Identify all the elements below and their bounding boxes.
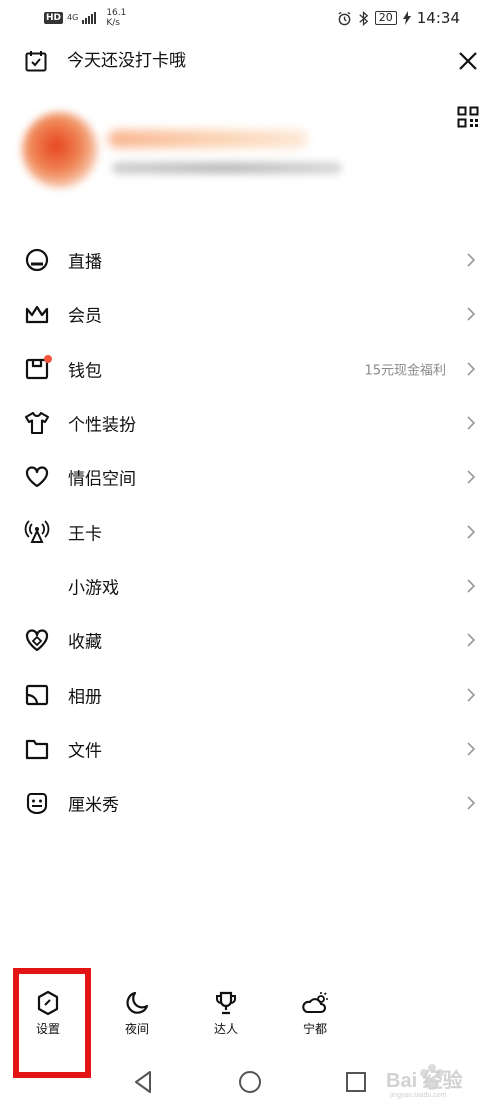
menu-item-label: 王卡 — [68, 524, 102, 545]
weather-icon — [302, 992, 328, 1014]
recents-nav-icon[interactable] — [342, 1068, 370, 1096]
menu-item-cm-show[interactable]: 厘米秀 — [0, 776, 500, 830]
profile-signature-blurred — [112, 162, 342, 174]
expert-button[interactable]: 达人 — [195, 988, 255, 1044]
menu-item-label: 厘米秀 — [68, 795, 119, 816]
crown-icon — [24, 301, 50, 327]
menu-item-label: 直播 — [68, 252, 102, 273]
close-icon — [459, 52, 477, 70]
shortcut-label: 夜间 — [124, 1022, 149, 1036]
menu-item-vip[interactable]: 会员 — [0, 287, 500, 341]
menu-item-label: 小游戏 — [68, 578, 119, 599]
hd-badge: HD — [44, 12, 64, 24]
qr-code-icon — [457, 106, 479, 128]
chevron-right-icon — [467, 579, 476, 593]
menu-item-label: 会员 — [68, 306, 102, 327]
favorite-icon — [24, 627, 50, 653]
menu-item-wallet[interactable]: 钱包 15元现金福利 — [0, 342, 500, 396]
home-nav-icon[interactable] — [236, 1068, 264, 1096]
back-nav-icon[interactable] — [130, 1068, 158, 1096]
notification-dot — [44, 354, 52, 363]
chevron-right-icon — [467, 307, 476, 322]
alarm-icon — [338, 11, 351, 25]
profile-card[interactable] — [22, 108, 342, 196]
shirt-icon — [24, 410, 50, 436]
menu-item-album[interactable]: 相册 — [0, 667, 500, 721]
menu-item-theme[interactable]: 个性装扮 — [0, 396, 500, 450]
watermark-url: jingyan.baidu.com — [390, 1092, 447, 1099]
heart-icon — [24, 464, 50, 490]
checkin-text[interactable]: 今天还没打卡哦 — [67, 49, 186, 73]
wallet-promo-note: 15元现金福利 — [364, 363, 446, 379]
close-button[interactable] — [455, 48, 481, 74]
menu-item-couple-space[interactable]: 情侣空间 — [0, 450, 500, 504]
night-mode-button[interactable]: 夜间 — [106, 988, 166, 1044]
chevron-right-icon — [467, 362, 476, 376]
shortcut-label: 设置 — [35, 1022, 60, 1036]
album-icon — [24, 682, 50, 708]
signal-icon — [82, 12, 97, 24]
weather-button[interactable]: 宁都 — [284, 988, 344, 1044]
settings-button[interactable]: 设置 — [17, 988, 77, 1044]
menu-item-king-card[interactable]: 王卡 — [0, 504, 500, 558]
drawer-menu: 直播 会员 钱包 15元现金福利 个性装扮 情侣空间 王卡 小游戏 收藏 相册 … — [0, 233, 500, 830]
chevron-right-icon — [467, 633, 476, 647]
menu-item-mini-games[interactable]: 小游戏 — [0, 559, 500, 613]
live-icon — [24, 247, 50, 273]
qr-code-button[interactable] — [457, 106, 479, 128]
battery-level: 20 — [374, 11, 397, 25]
menu-item-live[interactable]: 直播 — [0, 233, 500, 287]
speed-value: 16.1 — [106, 8, 127, 18]
bluetooth-icon — [359, 10, 369, 26]
shortcut-label: 达人 — [213, 1022, 238, 1036]
chevron-right-icon — [467, 687, 476, 702]
speed-unit: K/s — [106, 18, 120, 28]
chevron-right-icon — [467, 253, 476, 267]
charging-icon — [402, 11, 411, 25]
menu-item-label: 情侣空间 — [68, 469, 136, 490]
menu-item-label: 文件 — [68, 741, 102, 762]
menu-item-label: 个性装扮 — [68, 415, 136, 436]
chevron-right-icon — [467, 525, 476, 539]
chevron-right-icon — [467, 416, 476, 430]
menu-item-label: 钱包 — [68, 361, 102, 382]
menu-item-label: 收藏 — [68, 632, 102, 653]
trophy-icon — [216, 991, 236, 1015]
menu-item-files[interactable]: 文件 — [0, 722, 500, 776]
clock: 14:34 — [416, 9, 460, 27]
status-bar: HD 4G 16.1 K/s 20 14:34 — [0, 0, 500, 36]
avatar[interactable] — [22, 112, 98, 188]
moon-icon — [126, 991, 149, 1014]
watermark-text: Bai 经验 — [386, 1070, 463, 1092]
chevron-right-icon — [467, 796, 476, 810]
chevron-right-icon — [467, 470, 476, 484]
folder-icon — [24, 736, 50, 762]
menu-item-label: 相册 — [68, 687, 102, 708]
network-type: 4G — [67, 13, 79, 22]
profile-name-blurred — [108, 130, 308, 148]
chevron-right-icon — [467, 742, 476, 756]
settings-icon — [37, 990, 59, 1016]
signal-tower-icon — [24, 519, 50, 545]
checkin-icon[interactable] — [24, 48, 48, 74]
menu-item-favorites[interactable]: 收藏 — [0, 613, 500, 667]
status-left: HD 4G 16.1 K/s — [44, 8, 126, 28]
shortcut-label: 宁都 — [302, 1022, 327, 1036]
network-speed: 16.1 K/s — [106, 8, 126, 28]
cmshow-icon — [24, 790, 50, 816]
status-right: 20 14:34 — [337, 9, 460, 27]
